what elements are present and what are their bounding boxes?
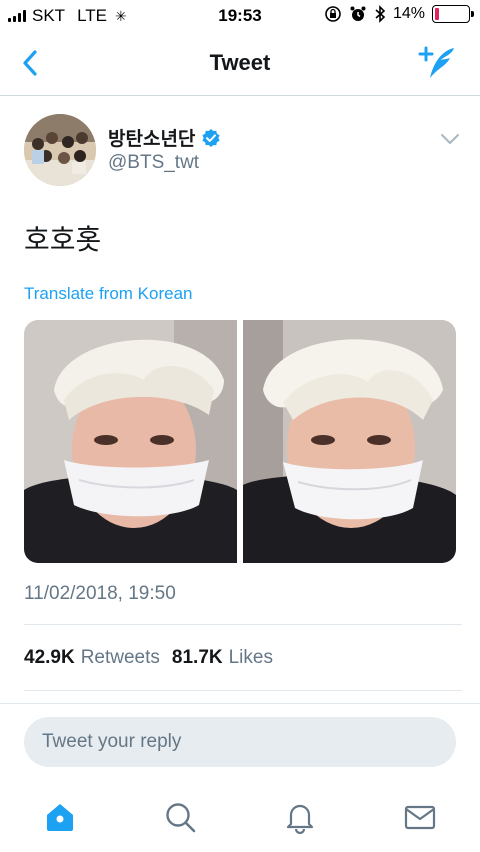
tab-home[interactable] (0, 782, 120, 852)
tweet-photo-1[interactable] (24, 320, 237, 563)
tweet-timestamp: 11/02/2018, 19:50 (24, 583, 176, 604)
divider (0, 703, 480, 704)
tweet-author: 방탄소년단 @BTS_twt (24, 112, 464, 188)
page-title: Tweet (209, 50, 271, 75)
tweet-text: 호호홋 (24, 224, 102, 255)
avatar[interactable] (24, 114, 96, 186)
rotation-lock-icon (325, 6, 341, 22)
home-icon (47, 804, 73, 831)
tab-messages[interactable] (360, 782, 480, 852)
retweets-count: 42.9K (24, 647, 75, 668)
tweet-stats: 42.9K Retweets 81.7K Likes (24, 647, 273, 669)
tab-notifications[interactable] (240, 782, 360, 852)
tweet-media (24, 320, 456, 563)
likes-stat[interactable]: 81.7K Likes (172, 647, 273, 669)
author-handle[interactable]: @BTS_twt (108, 152, 199, 174)
likes-count: 81.7K (171, 647, 223, 668)
notifications-icon (286, 804, 314, 834)
likes-label: Likes (228, 647, 273, 668)
messages-icon (404, 805, 436, 830)
divider (24, 690, 462, 691)
battery-percent: 14% (392, 5, 425, 22)
search-icon (166, 803, 196, 833)
retweets-stat[interactable]: 42.9K Retweets (24, 647, 160, 669)
navigation-bar: Tweet (0, 32, 480, 96)
verified-badge-icon (202, 128, 221, 147)
chevron-down-icon[interactable] (440, 132, 460, 146)
battery-icon (432, 5, 474, 23)
author-name-row[interactable]: 방탄소년단 (108, 124, 221, 151)
status-bar-right: 14% (324, 5, 474, 23)
retweets-label: Retweets (80, 647, 160, 668)
divider (24, 624, 462, 625)
compose-tweet-icon[interactable] (418, 44, 458, 84)
tab-search[interactable] (120, 782, 240, 852)
status-bar: SKT LTE ✳ 19:53 14% (0, 0, 480, 32)
tweet-photo-2[interactable] (243, 320, 456, 563)
alarm-icon (350, 6, 366, 21)
reply-bar[interactable] (24, 717, 456, 767)
author-display-name[interactable]: 방탄소년단 (108, 124, 195, 151)
translate-link[interactable]: Translate from Korean (24, 284, 193, 304)
tab-bar (0, 782, 480, 852)
bluetooth-icon (375, 5, 386, 23)
reply-input[interactable] (42, 731, 438, 753)
